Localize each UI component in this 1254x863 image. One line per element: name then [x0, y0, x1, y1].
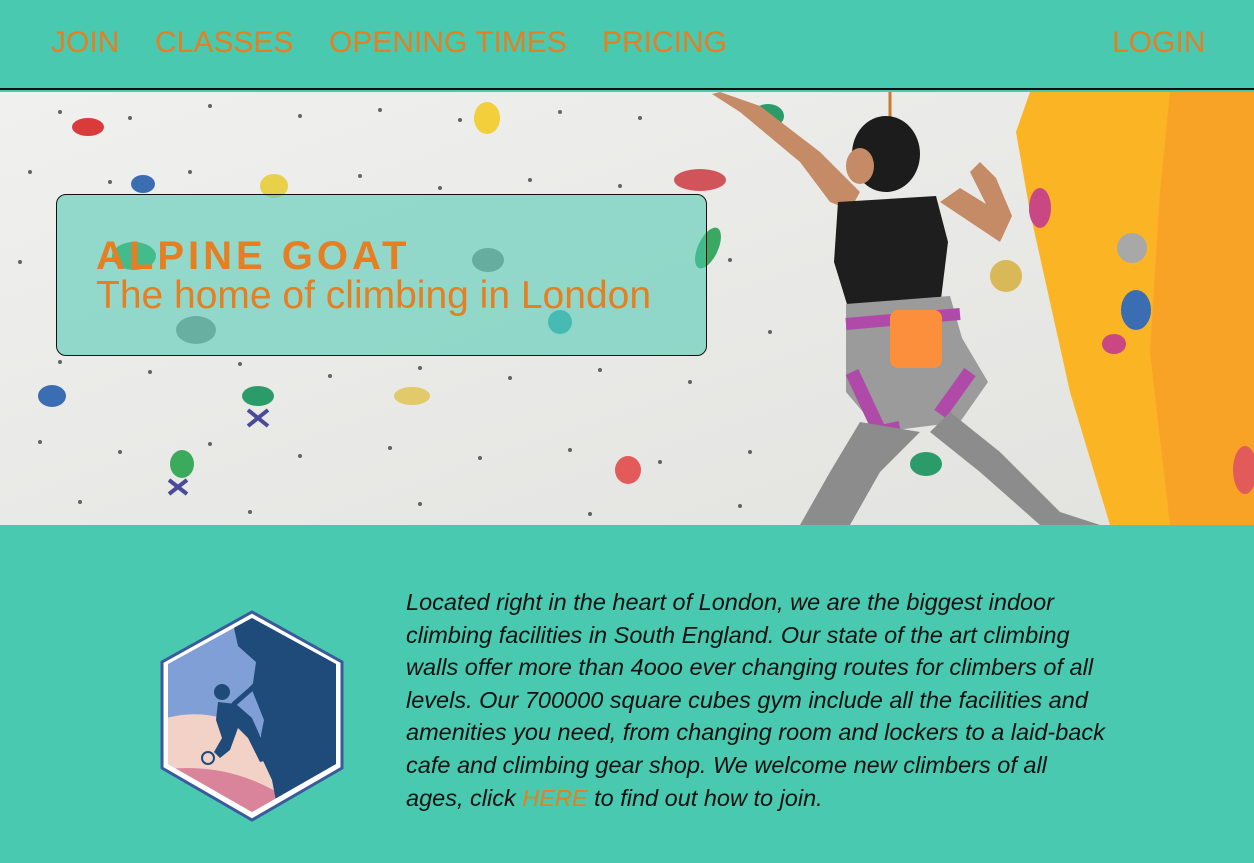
about-text-end: to find out how to join.	[587, 784, 823, 811]
nav-opening-times-link[interactable]: OPENING TIMES	[329, 26, 567, 60]
site-tagline: The home of climbing in London	[96, 274, 652, 317]
about-paragraph: Located right in the heart of London, we…	[406, 586, 1106, 814]
nav-login-link[interactable]: LOGIN	[1112, 26, 1205, 60]
join-here-link[interactable]: HERE	[522, 785, 587, 811]
nav-pricing-link[interactable]: PRICING	[602, 26, 727, 60]
climber-logo-icon	[160, 610, 344, 822]
nav-classes-link[interactable]: CLASSES	[155, 26, 293, 60]
top-nav: JOIN CLASSES OPENING TIMES PRICING LOGIN	[0, 0, 1254, 90]
about-text: Located right in the heart of London, we…	[406, 589, 1105, 811]
nav-join-link[interactable]: JOIN	[51, 26, 119, 60]
site-title: ALPINE GOAT	[96, 234, 411, 278]
